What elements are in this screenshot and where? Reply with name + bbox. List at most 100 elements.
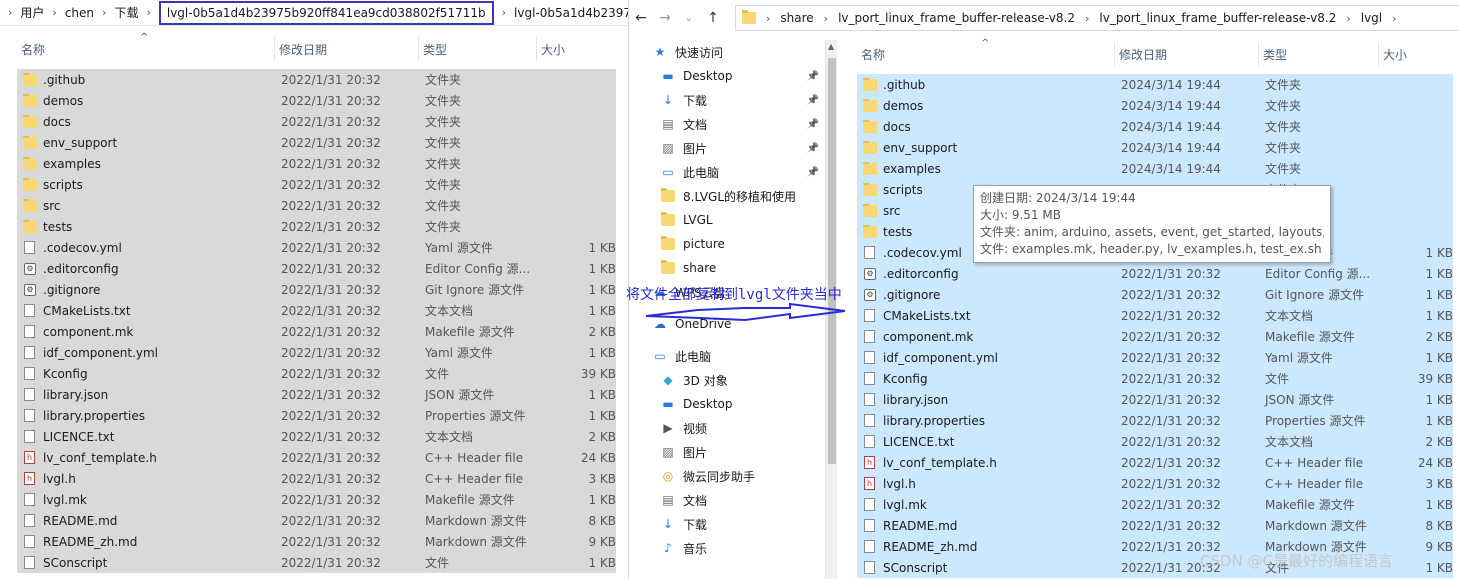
scroll-up-icon[interactable]: ▲ (828, 42, 834, 51)
file-type: 文件 (1265, 372, 1290, 386)
file-row[interactable]: component.mk 2022/1/31 20:32 Makefile 源文件 2… (857, 326, 1453, 347)
file-row[interactable]: h lvgl.h 2022/1/31 20:32 C++ Header file 3 K… (17, 468, 616, 489)
nav-item[interactable]: picture (629, 232, 825, 256)
file-row[interactable]: SConscript 2022/1/31 20:32 文件 1 KB (17, 552, 616, 573)
file-row[interactable]: ⚙ .gitignore 2022/1/31 20:32 Git Ignore 源文件… (17, 279, 616, 300)
file-row[interactable]: library.properties 2022/1/31 20:32 Propert… (857, 410, 1453, 431)
col-name[interactable]: 名称 (857, 42, 1115, 66)
nav-item[interactable]: ↓ 下载 📌 (629, 88, 825, 112)
nav-item[interactable]: ▤ 文档 (629, 488, 825, 512)
file-row[interactable]: README.md 2022/1/31 20:32 Markdown 源文件 8 KB (857, 515, 1453, 536)
nav-item[interactable]: share (629, 256, 825, 280)
nav-item[interactable]: ♪ 音乐 (629, 536, 825, 560)
nav-item-label: picture (683, 237, 725, 251)
nav-item[interactable]: ▬ Desktop 📌 (629, 64, 825, 88)
nav-item[interactable]: ▨ 图片 📌 (629, 136, 825, 160)
nav-item[interactable]: ▭ 此电脑 (629, 344, 825, 368)
file-row[interactable]: LICENCE.txt 2022/1/31 20:32 文本文档 2 KB (857, 431, 1453, 452)
file-row[interactable]: Kconfig 2022/1/31 20:32 文件 39 KB (17, 363, 616, 384)
file-row[interactable]: README_zh.md 2022/1/31 20:32 Markdown 源文件 9… (17, 531, 616, 552)
file-row[interactable]: src 2022/1/31 20:32 文件夹 (17, 195, 616, 216)
up-arrow-icon[interactable]: ↑ (701, 10, 725, 26)
breadcrumb-item[interactable]: lv_port_linux_frame_buffer-release-v8.2 (838, 11, 1075, 25)
download-icon: ↓ (662, 517, 674, 531)
file-row[interactable]: CMakeLists.txt 2022/1/31 20:32 文本文档 1 KB (17, 300, 616, 321)
col-type[interactable]: 类型 (1259, 42, 1379, 66)
file-row[interactable]: lvgl.mk 2022/1/31 20:32 Makefile 源文件 1 KB (857, 494, 1453, 515)
file-row[interactable]: ⚙ .editorconfig 2022/1/31 20:32 Editor Conf… (857, 263, 1453, 284)
file-row[interactable]: scripts 2022/1/31 20:32 文件夹 (17, 174, 616, 195)
file-row[interactable]: idf_component.yml 2022/1/31 20:32 Yaml 源文件… (857, 347, 1453, 368)
col-size[interactable]: 大小 (1379, 42, 1457, 66)
header-file-icon: h (24, 472, 35, 485)
col-date[interactable]: 修改日期 (275, 37, 419, 61)
file-row[interactable]: examples 2024/3/14 19:44 文件夹 (857, 158, 1453, 179)
scrollbar-thumb[interactable] (828, 58, 836, 464)
nav-item[interactable]: ◎ 微云同步助手 (629, 464, 825, 488)
breadcrumb-item[interactable]: lvgl-0b5a1d4b23975 (514, 6, 628, 20)
breadcrumb-item[interactable]: lvgl (1361, 11, 1382, 25)
file-row[interactable]: Kconfig 2022/1/31 20:32 文件 39 KB (857, 368, 1453, 389)
breadcrumb-item[interactable]: 下载 (114, 4, 138, 21)
file-row[interactable]: ⚙ .editorconfig 2022/1/31 20:32 Editor Conf… (17, 258, 616, 279)
file-row[interactable]: component.mk 2022/1/31 20:32 Makefile 源文件 2… (17, 321, 616, 342)
file-size: 8 KB (588, 513, 616, 528)
file-size: 1 KB (588, 303, 616, 318)
file-row[interactable]: ⚙ .gitignore 2022/1/31 20:32 Git Ignore 源文件… (857, 284, 1453, 305)
file-row[interactable]: examples 2022/1/31 20:32 文件夹 (17, 153, 616, 174)
file-type: 文件 (425, 367, 450, 381)
file-row[interactable]: tests 2022/1/31 20:32 文件夹 (17, 216, 616, 237)
file-row[interactable]: demos 2022/1/31 20:32 文件夹 (17, 90, 616, 111)
file-row[interactable]: LICENCE.txt 2022/1/31 20:32 文本文档 2 KB (17, 426, 616, 447)
col-type[interactable]: 类型 (419, 37, 537, 61)
file-size: 1 KB (1425, 350, 1453, 365)
file-row[interactable]: library.json 2022/1/31 20:32 JSON 源文件 1 KB (857, 389, 1453, 410)
nav-item[interactable]: ◆ 3D 对象 (629, 368, 825, 392)
nav-item[interactable]: ▶ 视频 (629, 416, 825, 440)
file-row[interactable]: idf_component.yml 2022/1/31 20:32 Yaml 源文件… (17, 342, 616, 363)
file-icon (24, 388, 35, 401)
right-address-bar[interactable]: › share › lv_port_linux_frame_buffer-rel… (735, 5, 1459, 31)
file-icon (864, 540, 875, 553)
col-name[interactable]: 名称 (17, 37, 275, 61)
file-row[interactable]: CMakeLists.txt 2022/1/31 20:32 文本文档 1 KB (857, 305, 1453, 326)
file-row[interactable]: .github 2022/1/31 20:32 文件夹 (17, 69, 616, 90)
file-row[interactable]: lvgl.mk 2022/1/31 20:32 Makefile 源文件 1 KB (17, 489, 616, 510)
file-row[interactable]: h lv_conf_template.h 2022/1/31 20:32 C++ He… (17, 447, 616, 468)
file-row[interactable]: env_support 2024/3/14 19:44 文件夹 (857, 137, 1453, 158)
breadcrumb-item-highlighted[interactable]: lvgl-0b5a1d4b23975b920ff841ea9cd038802f5… (158, 0, 494, 25)
forward-arrow-icon[interactable]: → (653, 10, 677, 26)
file-row[interactable]: library.json 2022/1/31 20:32 JSON 源文件 1 KB (17, 384, 616, 405)
file-row[interactable]: library.properties 2022/1/31 20:32 Propert… (17, 405, 616, 426)
breadcrumb-item[interactable]: chen (65, 6, 94, 20)
folder-icon (23, 93, 37, 107)
nav-item[interactable]: ↓ 下载 (629, 512, 825, 536)
file-row[interactable]: demos 2024/3/14 19:44 文件夹 (857, 95, 1453, 116)
file-row[interactable]: .github 2024/3/14 19:44 文件夹 (857, 74, 1453, 95)
file-size: 2 KB (588, 324, 616, 339)
nav-item[interactable]: ▤ 文档 📌 (629, 112, 825, 136)
breadcrumb-item[interactable]: share (780, 11, 813, 25)
nav-item[interactable]: 8.LVGL的移植和使用 (629, 184, 825, 208)
file-row[interactable]: README.md 2022/1/31 20:32 Markdown 源文件 8 KB (17, 510, 616, 531)
back-arrow-icon[interactable]: ← (629, 10, 653, 26)
breadcrumb-item[interactable]: 用户 (20, 4, 44, 21)
nav-item[interactable]: ▬ Desktop (629, 392, 825, 416)
pin-icon: 📌 (806, 94, 819, 106)
nav-item[interactable]: ▨ 图片 (629, 440, 825, 464)
left-breadcrumb[interactable]: › 用户 › chen › 下载 › lvgl-0b5a1d4b23975b92… (0, 0, 628, 26)
file-row[interactable]: docs 2022/1/31 20:32 文件夹 (17, 111, 616, 132)
file-row[interactable]: docs 2024/3/14 19:44 文件夹 (857, 116, 1453, 137)
nav-item[interactable]: ▭ 此电脑 📌 (629, 160, 825, 184)
file-row[interactable]: h lvgl.h 2022/1/31 20:32 C++ Header file 3 K… (857, 473, 1453, 494)
nav-item[interactable]: LVGL (629, 208, 825, 232)
breadcrumb-item[interactable]: lv_port_linux_frame_buffer-release-v8.2 (1099, 11, 1336, 25)
nav-item[interactable]: ★ 快速访问 (629, 40, 825, 64)
file-row[interactable]: h lv_conf_template.h 2022/1/31 20:32 C++ He… (857, 452, 1453, 473)
file-row[interactable]: env_support 2022/1/31 20:32 文件夹 (17, 132, 616, 153)
col-size[interactable]: 大小 (537, 37, 617, 61)
col-date[interactable]: 修改日期 (1115, 42, 1259, 66)
file-size: 1 KB (1425, 392, 1453, 407)
file-row[interactable]: .codecov.yml 2022/1/31 20:32 Yaml 源文件 1 KB (17, 237, 616, 258)
chevron-down-icon[interactable]: ⌄ (677, 13, 701, 24)
